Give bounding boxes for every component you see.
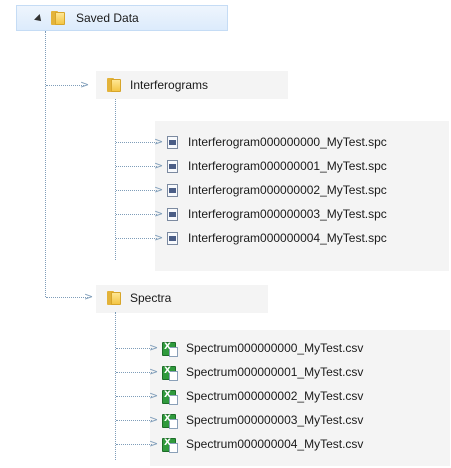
file-name-label: Interferogram000000003_MyTest.spc <box>188 207 387 221</box>
arrow-connector-icon: > <box>149 437 159 450</box>
file-name-label: Interferogram000000000_MyTest.spc <box>188 135 387 149</box>
arrow-connector-icon: > <box>154 207 164 220</box>
folder-icon <box>107 78 121 92</box>
arrow-connector-icon: > <box>149 389 159 402</box>
arrow-connector-icon: > <box>80 78 90 91</box>
spc-file-icon <box>167 184 178 197</box>
expand-triangle-icon[interactable] <box>34 14 44 24</box>
file-name-label: Spectrum000000004_MyTest.csv <box>186 437 364 451</box>
spc-file-icon <box>167 232 178 245</box>
spc-file-icon <box>167 208 178 221</box>
spc-file-icon <box>167 136 178 149</box>
folder-icon <box>51 11 65 25</box>
folder-icon <box>107 291 121 305</box>
arrow-connector-icon: > <box>154 231 164 244</box>
arrow-connector-icon: > <box>154 183 164 196</box>
arrow-connector-icon: > <box>149 365 159 378</box>
file-name-label: Spectrum000000002_MyTest.csv <box>186 389 364 403</box>
excel-csv-icon <box>162 414 178 429</box>
folder-label-spectra: Spectra <box>130 291 172 305</box>
arrow-connector-icon: > <box>84 290 94 303</box>
arrow-connector-icon: > <box>149 341 159 354</box>
file-name-label: Interferogram000000004_MyTest.spc <box>188 231 387 245</box>
file-name-label: Spectrum000000000_MyTest.csv <box>186 341 364 355</box>
root-folder-label: Saved Data <box>76 11 139 25</box>
excel-csv-icon <box>162 342 178 357</box>
spc-file-icon <box>167 160 178 173</box>
file-name-label: Interferogram000000002_MyTest.spc <box>188 183 387 197</box>
file-name-label: Interferogram000000001_MyTest.spc <box>188 159 387 173</box>
root-folder-row[interactable]: Saved Data <box>16 5 228 31</box>
excel-csv-icon <box>162 390 178 405</box>
file-name-label: Spectrum000000001_MyTest.csv <box>186 365 364 379</box>
spectra-panel <box>96 285 268 313</box>
arrow-connector-icon: > <box>149 413 159 426</box>
excel-csv-icon <box>162 366 178 381</box>
arrow-connector-icon: > <box>154 159 164 172</box>
file-name-label: Spectrum000000003_MyTest.csv <box>186 413 364 427</box>
excel-csv-icon <box>162 438 178 453</box>
arrow-connector-icon: > <box>154 135 164 148</box>
folder-label-interferograms: Interferograms <box>130 78 209 92</box>
